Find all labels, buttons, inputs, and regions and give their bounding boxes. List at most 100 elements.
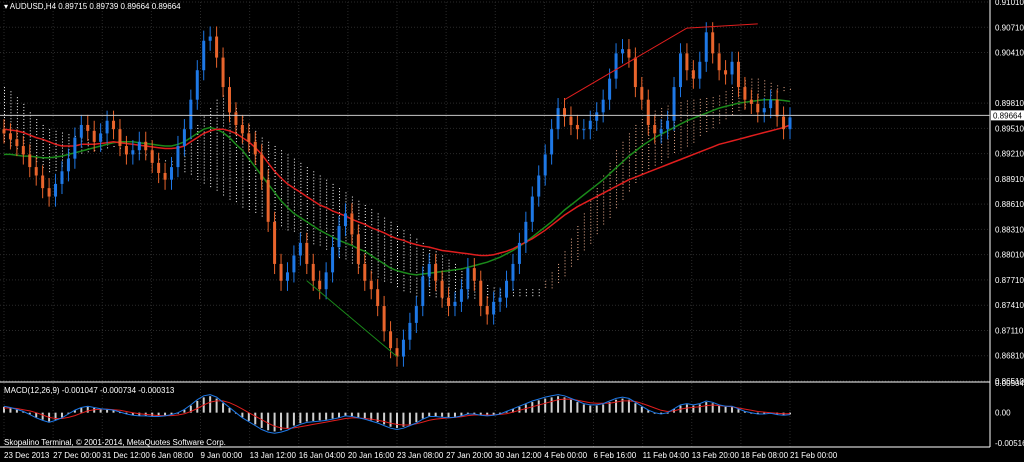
cloud_white-dot xyxy=(229,183,231,185)
cloud_white-dot xyxy=(10,109,12,111)
macd-histogram-bar xyxy=(447,412,450,418)
cloud_orange-dot xyxy=(654,152,656,154)
cloud_orange-dot xyxy=(622,186,624,188)
cloud_orange-dot xyxy=(719,113,721,115)
cloud_white-dot xyxy=(416,271,418,273)
cloud_white-dot xyxy=(493,290,495,292)
cloud_white-dot xyxy=(287,166,289,168)
cloud_white-dot xyxy=(416,247,418,249)
cloud_white-dot xyxy=(409,285,411,287)
cloud_white-dot xyxy=(10,106,12,108)
cloud_white-dot xyxy=(364,237,366,239)
cloud_white-dot xyxy=(287,181,289,183)
cloud_orange-dot xyxy=(680,150,682,152)
cloud_white-dot xyxy=(332,213,334,215)
cloud_orange-dot xyxy=(583,219,585,221)
cloud_white-dot xyxy=(319,226,321,228)
cloud_white-dot xyxy=(235,165,237,167)
cloud_white-dot xyxy=(242,152,244,154)
cloud_white-dot xyxy=(55,130,57,132)
cloud_white-dot xyxy=(351,253,353,255)
cloud_orange-dot xyxy=(719,98,721,100)
cloud_orange-dot xyxy=(635,124,637,126)
cloud_orange-dot xyxy=(661,108,663,110)
cloud_white-dot xyxy=(390,230,392,232)
cloud_white-dot xyxy=(377,222,379,224)
macd-histogram-bar xyxy=(357,412,360,418)
cloud_white-dot xyxy=(364,231,366,233)
macd-histogram-bar xyxy=(15,409,18,413)
macd-histogram-bar xyxy=(60,412,63,418)
cloud_white-dot xyxy=(281,183,283,185)
cloud_white-dot xyxy=(326,185,328,187)
cloud_orange-dot xyxy=(590,221,592,223)
candle-body xyxy=(253,141,257,155)
x-tick-label: 11 Feb 04:00 xyxy=(643,451,690,460)
cloud_orange-dot xyxy=(545,286,547,288)
cloud_white-dot xyxy=(197,142,199,144)
cloud_white-dot xyxy=(68,137,70,139)
y-tick-label: 0.89210 xyxy=(995,150,1024,159)
cloud_white-dot xyxy=(384,235,386,237)
cloud_white-dot xyxy=(461,271,463,273)
cloud_orange-dot xyxy=(783,90,785,92)
cloud_orange-dot xyxy=(577,226,579,228)
cloud_white-dot xyxy=(216,117,218,119)
cloud_white-dot xyxy=(274,203,276,205)
cloud_white-dot xyxy=(319,187,321,189)
candle-body xyxy=(240,124,244,134)
macd-tick-label: -0.005162 xyxy=(995,439,1024,448)
cloud_white-dot xyxy=(55,148,57,150)
cloud_white-dot xyxy=(242,155,244,157)
cloud_orange-dot xyxy=(680,135,682,137)
cloud_orange-dot xyxy=(648,159,650,161)
cloud_white-dot xyxy=(184,171,186,173)
cloud_orange-dot xyxy=(583,249,585,251)
cloud_orange-dot xyxy=(693,108,695,110)
cloud_orange-dot xyxy=(635,166,637,168)
candle-body xyxy=(704,32,708,62)
cloud_white-dot xyxy=(293,227,295,229)
candle-body xyxy=(215,36,219,58)
candle-body xyxy=(34,167,38,176)
cloud_white-dot xyxy=(364,246,366,248)
cloud_white-dot xyxy=(255,211,257,213)
cloud_orange-dot xyxy=(596,215,598,217)
cloud_orange-dot xyxy=(635,178,637,180)
cloud_white-dot xyxy=(454,263,456,265)
cloud_orange-dot xyxy=(680,111,682,113)
cloud_orange-dot xyxy=(635,145,637,147)
cloud_orange-dot xyxy=(603,214,605,216)
candle-body xyxy=(601,99,605,113)
cloud_white-dot xyxy=(287,211,289,213)
cloud_white-dot xyxy=(306,209,308,211)
cloud_white-dot xyxy=(184,159,186,161)
cloud_white-dot xyxy=(293,179,295,181)
cloud_white-dot xyxy=(416,286,418,288)
cloud_white-dot xyxy=(384,247,386,249)
candle-body xyxy=(459,289,463,302)
cloud_orange-dot xyxy=(616,189,618,191)
cloud_white-dot xyxy=(454,287,456,289)
cloud_white-dot xyxy=(235,141,237,143)
cloud_orange-dot xyxy=(616,183,618,185)
cloud_white-dot xyxy=(358,209,360,211)
cloud_orange-dot xyxy=(654,161,656,163)
cloud_white-dot xyxy=(300,174,302,176)
cloud_white-dot xyxy=(223,182,225,184)
dropdown-arrow-icon[interactable]: ▾ xyxy=(4,2,8,11)
candle-body xyxy=(60,171,64,184)
cloud_white-dot xyxy=(165,160,167,162)
cloud_white-dot xyxy=(319,196,321,198)
chart-window[interactable]: 0.91010 0.90710 0.90410 0.89810 0.89510 0.892… xyxy=(0,0,1024,462)
cloud_white-dot xyxy=(306,170,308,172)
cloud_white-dot xyxy=(210,117,212,119)
x-tick-label: 27 Jan 20:00 xyxy=(446,451,493,460)
cloud_white-dot xyxy=(268,156,270,158)
cloud_orange-dot xyxy=(603,211,605,213)
cloud_white-dot xyxy=(16,109,18,111)
cloud_white-dot xyxy=(409,291,411,293)
cloud_white-dot xyxy=(281,204,283,206)
cloud_white-dot xyxy=(203,158,205,160)
cloud_white-dot xyxy=(390,221,392,223)
